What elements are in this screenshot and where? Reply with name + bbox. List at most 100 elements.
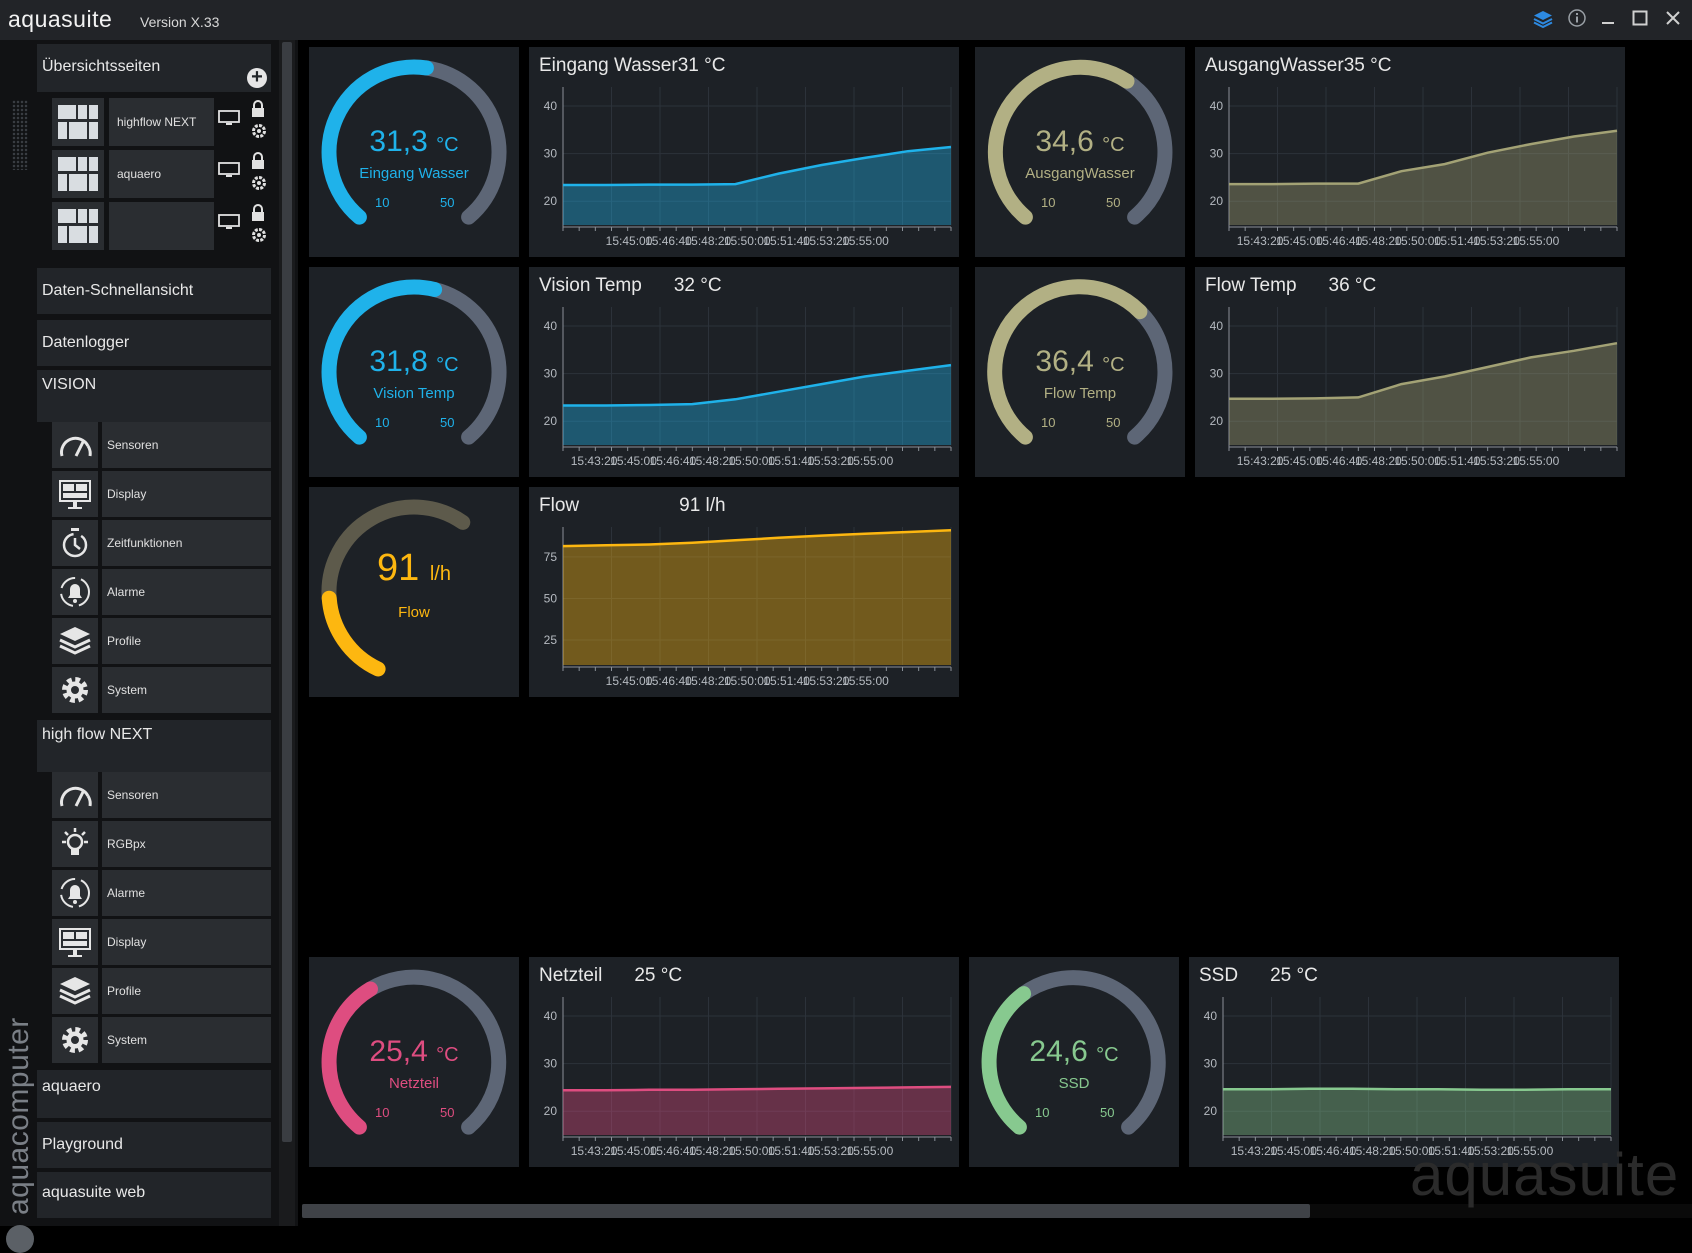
gauge-value-number: 25,4 xyxy=(369,1035,428,1068)
sidebar-item-profile[interactable]: Profile xyxy=(52,618,271,664)
monitor-icon[interactable] xyxy=(218,214,240,230)
brand-text: aquacomputer xyxy=(2,1017,35,1215)
gauge-unit: °C xyxy=(436,354,459,376)
gauge-panel-flowtemp[interactable]: 36,4 °C Flow Temp 10 50 xyxy=(975,267,1185,477)
horizontal-scrollbar-thumb[interactable] xyxy=(302,1204,1310,1218)
gear-icon xyxy=(52,667,98,713)
gauge-min: 10 xyxy=(1035,1105,1050,1120)
sidebar-item-label: Display xyxy=(102,471,271,517)
chart-title-text: Flow xyxy=(539,495,580,516)
overview-page-tile[interactable]: highflow NEXT xyxy=(52,96,271,148)
sidebar-item-label: System xyxy=(102,667,271,713)
gauge-panel-flow[interactable]: 91 l/h Flow xyxy=(309,487,519,697)
timer-icon xyxy=(52,520,98,566)
sidebar-item-rgbpx[interactable]: RGBpx xyxy=(52,821,271,867)
sidebar-item-system[interactable]: System xyxy=(52,1017,271,1063)
y-tick-label: 30 xyxy=(544,147,558,161)
sidebar-section-playground[interactable]: Playground xyxy=(37,1122,271,1168)
x-tick-label: 15:55:00 xyxy=(842,674,889,688)
gauge-value-number: 31,3 xyxy=(369,125,428,158)
gauge-value-number: 36,4 xyxy=(1035,345,1094,378)
layout-thumbnail-icon xyxy=(52,98,104,146)
sidebar-section-vision[interactable]: VISION xyxy=(37,370,271,422)
sidebar-section-datalogger[interactable]: Datenlogger xyxy=(37,320,271,366)
gauge-unit: °C xyxy=(436,134,459,156)
layout-thumbnail-icon xyxy=(52,150,104,198)
gauge-label: Netzteil xyxy=(388,1075,440,1092)
sidebar-item-zeitfunktionen[interactable]: Zeitfunktionen xyxy=(52,520,271,566)
chart-panel-vision[interactable]: 20 30 40 15:43:20 15:45:00 15:46:40 15:48:20 15… xyxy=(529,267,959,477)
lock-icon[interactable] xyxy=(250,152,266,170)
gauge-icon xyxy=(52,772,98,818)
gauge-max: 50 xyxy=(1106,415,1121,430)
sidebar-section-overview[interactable]: Übersichtsseiten + xyxy=(37,44,271,92)
overview-page-label: highflow NEXT xyxy=(109,98,214,146)
sidebar-item-display[interactable]: Display xyxy=(52,919,271,965)
chart-panel-flow[interactable]: 25 50 75 15:45:00 15:46:40 15:48:20 15:50:00 15… xyxy=(529,487,959,697)
sidebar-item-profile[interactable]: Profile xyxy=(52,968,271,1014)
chart-title-text: Eingang Wasser xyxy=(539,55,678,76)
gear-icon[interactable] xyxy=(250,226,268,244)
sidebar-section-aquaero[interactable]: aquaero xyxy=(37,1070,271,1118)
sidebar-item-display[interactable]: Display xyxy=(52,471,271,517)
sidebar-section-quickview[interactable]: Daten-Schnellansicht xyxy=(37,268,271,314)
sidebar-section-highflow[interactable]: high flow NEXT xyxy=(37,720,271,772)
gear-icon[interactable] xyxy=(250,174,268,192)
gauge-value: 36,4 °C xyxy=(975,345,1185,379)
gauge-panel-ausgang[interactable]: 34,6 °C AusgangWasser 10 50 xyxy=(975,47,1185,257)
gear-icon[interactable] xyxy=(250,122,268,140)
chart-panel-eingang[interactable]: 20 30 40 15:45:00 15:46:40 15:48:20 15:50:00 15… xyxy=(529,47,959,257)
sidebar-section-label: Playground xyxy=(42,1136,123,1153)
layers-icon[interactable] xyxy=(1530,8,1556,32)
gauge-value: 25,4 °C xyxy=(309,1035,519,1069)
close-button[interactable] xyxy=(1660,8,1686,32)
monitor-icon[interactable] xyxy=(218,162,240,178)
gauge-panel-ssd[interactable]: 24,6 °C SSD 10 50 xyxy=(969,957,1179,1167)
y-tick-label: 25 xyxy=(544,633,558,647)
chart-plot: 20304015:43:2015:45:0015:46:4015:48:2015… xyxy=(1210,307,1618,468)
sidebar-item-alarme[interactable]: Alarme xyxy=(52,870,271,916)
y-tick-label: 20 xyxy=(544,414,558,428)
gauge-dial xyxy=(321,499,471,677)
sidebar-item-sensoren[interactable]: Sensoren xyxy=(52,772,271,818)
overview-page-tile[interactable] xyxy=(52,200,271,252)
add-page-button[interactable]: + xyxy=(247,67,267,88)
y-tick-label: 20 xyxy=(544,194,558,208)
chart-panel-ssd[interactable]: 20 30 40 15:43:20 15:45:00 15:46:40 15:48:20 15… xyxy=(1189,957,1619,1167)
overview-page-tile[interactable]: aquaero xyxy=(52,148,271,200)
info-icon[interactable] xyxy=(1564,8,1590,32)
gauge-value: 31,3 °C xyxy=(309,125,519,159)
gauge-panel-netzteil[interactable]: 25,4 °C Netzteil 10 50 xyxy=(309,957,519,1167)
gauge-unit: °C xyxy=(1096,1044,1119,1066)
gauge-max: 50 xyxy=(440,415,455,430)
minimize-button[interactable] xyxy=(1595,8,1621,32)
sidebar-scrollbar-thumb[interactable] xyxy=(282,42,292,1142)
chart-panel-flowtemp[interactable]: 20 30 40 15:43:20 15:45:00 15:46:40 15:48:20 15… xyxy=(1195,267,1625,477)
chart-title: Vision Temp 32 °C xyxy=(539,275,722,297)
sidebar-item-system[interactable]: System xyxy=(52,667,271,713)
chart-plot: 20304015:45:0015:46:4015:48:2015:50:0015… xyxy=(544,87,952,248)
sidebar-item-sensoren[interactable]: Sensoren xyxy=(52,422,271,468)
gauge-unit: °C xyxy=(436,1044,459,1066)
app-version: Version X.33 xyxy=(140,14,220,30)
y-tick-label: 20 xyxy=(1210,414,1224,428)
chart-title: Netzteil 25 °C xyxy=(539,965,682,987)
lock-icon[interactable] xyxy=(250,100,266,118)
sidebar-scrollbar[interactable] xyxy=(279,40,295,1226)
sidebar-item-alarme[interactable]: Alarme xyxy=(52,569,271,615)
maximize-button[interactable] xyxy=(1627,8,1653,32)
gauge-panel-vision[interactable]: 31,8 °C Vision Temp 10 50 xyxy=(309,267,519,477)
chart-panel-ausgang[interactable]: 20 30 40 15:43:20 15:45:00 15:46:40 15:48:20 15… xyxy=(1195,47,1625,257)
y-tick-label: 40 xyxy=(544,1009,558,1023)
chart-panel-netzteil[interactable]: 20 30 40 15:43:20 15:45:00 15:46:40 15:48:20 15… xyxy=(529,957,959,1167)
gauge-icon xyxy=(52,422,98,468)
alarm-icon xyxy=(52,870,98,916)
alarm-icon xyxy=(52,569,98,615)
lock-icon[interactable] xyxy=(250,204,266,222)
gauge-panel-eingang[interactable]: 31,3 °C Eingang Wasser 10 50 xyxy=(309,47,519,257)
monitor-icon[interactable] xyxy=(218,110,240,126)
sidebar-section-web[interactable]: aquasuite web xyxy=(37,1172,271,1218)
y-tick-label: 40 xyxy=(544,319,558,333)
y-tick-label: 30 xyxy=(544,367,558,381)
y-tick-label: 30 xyxy=(544,1057,558,1071)
